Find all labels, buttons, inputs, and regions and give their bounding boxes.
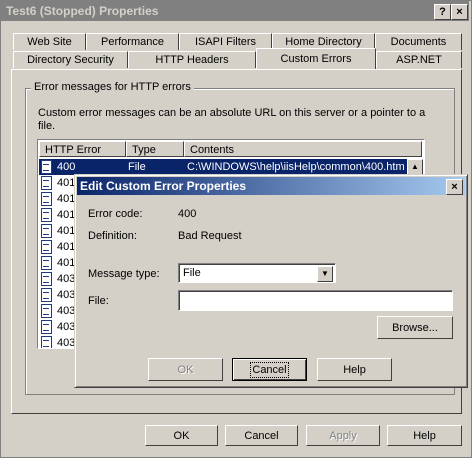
document-icon <box>41 160 52 174</box>
dialog-title-bar[interactable]: Edit Custom Error Properties × <box>77 177 465 195</box>
list-item[interactable]: 400 File C:\WINDOWS\help\iisHelp\common\40… <box>39 159 409 175</box>
error-code-cell: 401 <box>57 257 76 269</box>
error-code-value: 400 <box>178 208 197 220</box>
document-icon <box>41 176 52 190</box>
tab-web-site[interactable]: Web Site <box>13 33 86 50</box>
error-code-cell: 401 <box>57 209 76 221</box>
type-cell: File <box>128 161 146 173</box>
tab-directory-security[interactable]: Directory Security <box>13 51 128 68</box>
definition-label: Definition: <box>88 230 137 242</box>
help-button[interactable]: Help <box>387 425 462 446</box>
error-code-cell: 401 <box>57 193 76 205</box>
tab-http-headers[interactable]: HTTP Headers <box>128 51 256 68</box>
ok-button[interactable]: OK <box>145 425 218 446</box>
document-icon <box>41 304 52 318</box>
document-icon <box>41 288 52 302</box>
close-icon[interactable]: × <box>451 4 468 20</box>
error-code-cell: 403 <box>57 321 76 333</box>
group-description: Custom error messages can be an absolute… <box>38 107 426 132</box>
column-header-contents[interactable]: Contents <box>184 141 422 157</box>
document-icon <box>41 320 52 334</box>
dialog-title: Edit Custom Error Properties <box>80 179 247 193</box>
error-code-cell: 401 <box>57 177 76 189</box>
apply-button[interactable]: Apply <box>306 425 380 446</box>
dialog-ok-button[interactable]: OK <box>148 358 223 381</box>
dialog-help-button[interactable]: Help <box>317 358 392 381</box>
window-title: Test6 (Stopped) Properties <box>6 4 159 18</box>
document-icon <box>41 240 52 254</box>
browse-button[interactable]: Browse... <box>377 316 453 339</box>
column-header-http-error[interactable]: HTTP Error <box>39 141 126 157</box>
tab-custom-errors[interactable]: Custom Errors <box>256 48 376 69</box>
document-icon <box>41 256 52 270</box>
error-code-cell: 403 <box>57 289 76 301</box>
error-code-cell: 403 <box>57 337 76 349</box>
document-icon <box>41 208 52 222</box>
scroll-up-icon[interactable]: ▲ <box>407 159 423 175</box>
column-header-type[interactable]: Type <box>126 141 184 157</box>
tab-asp-net[interactable]: ASP.NET <box>376 51 462 68</box>
cancel-button[interactable]: Cancel <box>225 425 298 446</box>
dialog-close-icon[interactable]: × <box>446 179 463 195</box>
document-icon <box>41 336 52 348</box>
file-path-input[interactable] <box>178 290 453 311</box>
document-icon <box>41 272 52 286</box>
error-code-cell: 401 <box>57 241 76 253</box>
document-icon <box>41 224 52 238</box>
error-code-cell: 400 <box>57 161 76 173</box>
edit-custom-error-dialog: Edit Custom Error Properties × Error cod… <box>74 174 468 388</box>
tab-documents[interactable]: Documents <box>375 33 462 50</box>
dialog-cancel-button[interactable]: Cancel <box>232 358 307 381</box>
dialog-cancel-label: Cancel <box>250 362 289 378</box>
window-title-bar[interactable]: Test6 (Stopped) Properties ? × <box>1 1 469 21</box>
message-type-dropdown[interactable]: File ▼ <box>178 263 336 283</box>
document-icon <box>41 192 52 206</box>
error-code-label: Error code: <box>88 208 143 220</box>
error-code-cell: 403 <box>57 305 76 317</box>
help-icon[interactable]: ? <box>434 4 451 20</box>
error-code-cell: 401 <box>57 225 76 237</box>
chevron-down-icon[interactable]: ▼ <box>317 266 333 282</box>
file-label: File: <box>88 295 109 307</box>
definition-value: Bad Request <box>178 230 242 242</box>
message-type-value: File <box>183 267 201 279</box>
message-type-label: Message type: <box>88 268 160 280</box>
tab-performance[interactable]: Performance <box>86 33 179 50</box>
contents-cell: C:\WINDOWS\help\iisHelp\common\400.htm <box>187 161 405 173</box>
error-code-cell: 403 <box>57 273 76 285</box>
group-label: Error messages for HTTP errors <box>31 81 194 93</box>
